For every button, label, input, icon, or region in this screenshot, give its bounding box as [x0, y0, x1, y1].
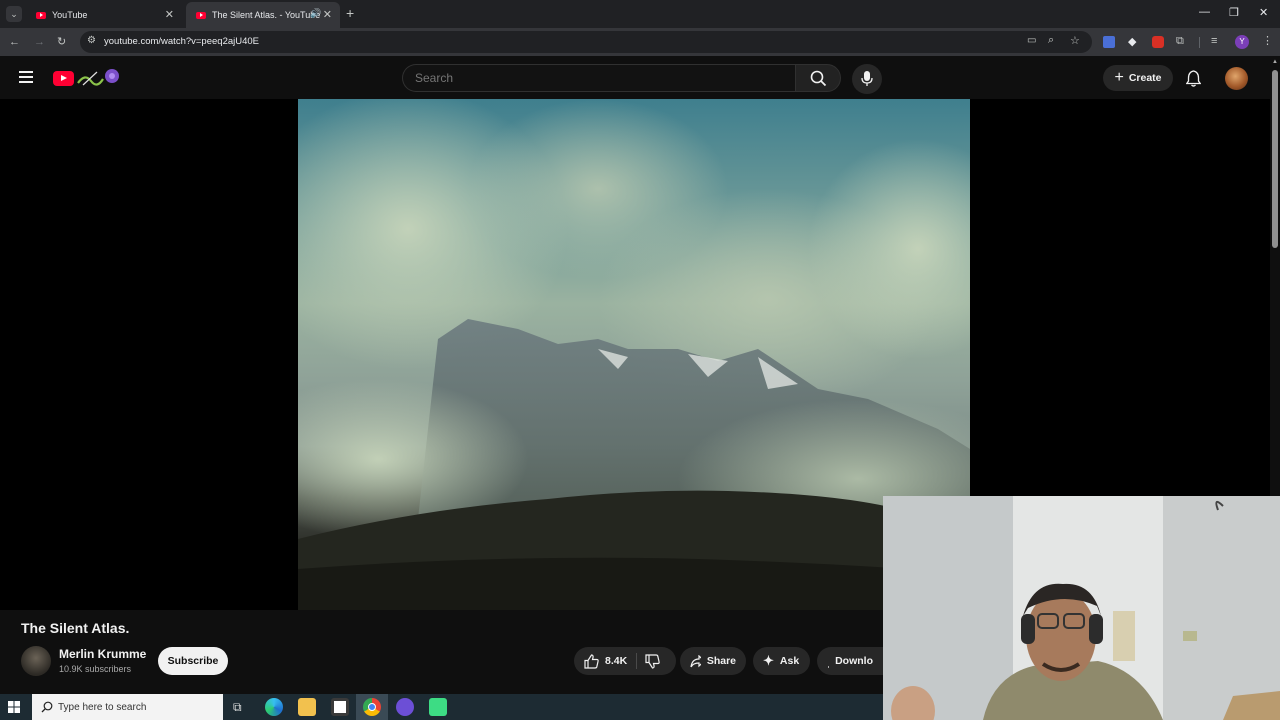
search-button[interactable]: [795, 64, 841, 92]
obs-studio-icon[interactable]: [396, 698, 414, 716]
like-count: 8.4K: [605, 655, 628, 667]
download-icon: [828, 660, 830, 668]
url-text[interactable]: youtube.com/watch?v=peeq2ajU40E: [104, 36, 259, 47]
forward-icon[interactable]: →: [34, 35, 45, 49]
file-explorer-icon[interactable]: [298, 698, 316, 716]
sparkle-icon: ✦: [763, 653, 774, 668]
like-dislike-divider: [636, 653, 637, 669]
like-button[interactable]: 8.4K: [584, 653, 628, 669]
zoom-icon[interactable]: ⌕: [1048, 34, 1054, 47]
restore-icon[interactable]: ❐: [1229, 6, 1239, 19]
minimize-icon[interactable]: —: [1199, 6, 1210, 18]
channel-avatar[interactable]: [21, 646, 51, 676]
android-app-icon[interactable]: [429, 698, 447, 716]
youtube-favicon-icon: [196, 11, 206, 19]
extension-diamond-icon[interactable]: ◆: [1128, 35, 1136, 48]
audio-playing-icon[interactable]: 🔊: [310, 8, 321, 19]
task-view-icon[interactable]: ⧉: [233, 700, 242, 715]
notifications-bell-icon[interactable]: [1186, 70, 1201, 87]
youtube-masthead: + Create: [0, 56, 1270, 99]
ask-label: Ask: [779, 655, 800, 667]
address-bar[interactable]: ⚙ youtube.com/watch?v=peeq2ajU40E ▭ ⌕ ☆: [80, 31, 1092, 53]
like-dislike-group: 8.4K: [574, 647, 676, 675]
browser-menu-icon[interactable]: ⋮: [1262, 34, 1273, 47]
browser-toolbar: ← → ↻ ⚙ youtube.com/watch?v=peeq2ajU40E …: [0, 28, 1280, 56]
thumbs-up-icon: [584, 653, 599, 669]
hamburger-menu-icon[interactable]: [19, 71, 33, 83]
windows-start-icon[interactable]: [8, 701, 20, 713]
webcam-person-image: [883, 496, 1280, 720]
youtube-play-logo-icon: [53, 71, 74, 86]
media-controls-icon[interactable]: ≡: [1211, 35, 1217, 47]
tab-close-icon[interactable]: ✕: [323, 8, 332, 21]
subscriber-count: 10.9K subscribers: [59, 664, 132, 674]
profile-avatar[interactable]: Y: [1235, 35, 1249, 49]
account-avatar[interactable]: [1225, 67, 1248, 90]
new-tab-icon[interactable]: +: [346, 5, 354, 21]
tab-close-icon[interactable]: ✕: [165, 8, 174, 21]
mountain-scene-image: [298, 99, 970, 610]
tab-title: YouTube: [52, 10, 88, 20]
plus-icon: +: [1114, 69, 1124, 86]
site-info-icon[interactable]: ⚙: [87, 35, 96, 46]
taskbar-search-box[interactable]: Type here to search: [32, 694, 223, 720]
download-label: Downlo: [835, 655, 873, 667]
windows-taskbar: Type here to search ⧉: [0, 694, 883, 720]
share-button[interactable]: Share: [680, 647, 746, 675]
taskbar-search-placeholder: Type here to search: [58, 702, 147, 713]
download-button[interactable]: Downlo: [817, 647, 883, 675]
window-close-icon[interactable]: ✕: [1259, 6, 1268, 19]
bookmark-star-icon[interactable]: ☆: [1070, 34, 1080, 47]
video-title: The Silent Atlas.: [21, 620, 130, 636]
tab-search-button[interactable]: ⌄: [6, 6, 22, 22]
microphone-icon: [861, 71, 873, 86]
reload-icon[interactable]: ↻: [57, 35, 66, 49]
share-arrow-icon: [690, 654, 701, 667]
cast-icon[interactable]: ▭: [1027, 35, 1036, 46]
ask-button[interactable]: ✦ Ask: [753, 647, 810, 675]
edge-browser-icon[interactable]: [265, 698, 283, 716]
tab-youtube[interactable]: YouTube ✕: [26, 2, 182, 28]
tab-title: The Silent Atlas. - YouTube: [212, 10, 321, 20]
create-label: Create: [1128, 72, 1162, 84]
thumbs-down-icon[interactable]: [645, 654, 660, 669]
search-icon: [810, 70, 827, 87]
video-frame[interactable]: [298, 99, 970, 610]
youtube-logo[interactable]: [53, 69, 121, 87]
voice-search-button[interactable]: [852, 64, 882, 94]
create-button[interactable]: + Create: [1103, 65, 1173, 91]
extensions-puzzle-icon[interactable]: ⧉: [1176, 35, 1184, 48]
search-input[interactable]: [415, 71, 775, 85]
doodle-logo-icon: [77, 69, 119, 86]
youtube-favicon-icon: [36, 11, 46, 19]
scroll-up-arrow-icon[interactable]: ▲: [1272, 59, 1278, 65]
tab-silent-atlas[interactable]: The Silent Atlas. - YouTube 🔊 ✕: [186, 2, 340, 28]
subscribe-button[interactable]: Subscribe: [158, 647, 228, 675]
toolbar-divider: [1199, 37, 1200, 48]
chrome-icon: [363, 698, 381, 716]
translate-extension-icon[interactable]: [1103, 36, 1115, 48]
scrollbar-thumb[interactable]: [1272, 70, 1278, 248]
share-label: Share: [706, 655, 736, 667]
search-box[interactable]: [402, 64, 795, 92]
channel-name[interactable]: Merlin Krumme: [59, 647, 146, 661]
microsoft-store-icon[interactable]: [331, 698, 349, 716]
extension-red-icon[interactable]: [1152, 36, 1164, 48]
browser-tab-bar: ⌄ YouTube ✕ The Silent Atlas. - YouTube …: [0, 0, 1280, 28]
chrome-taskbar-active[interactable]: [356, 694, 388, 720]
back-icon[interactable]: ←: [9, 35, 20, 49]
taskbar-search-icon: [41, 701, 53, 713]
webcam-overlay: [883, 496, 1280, 720]
